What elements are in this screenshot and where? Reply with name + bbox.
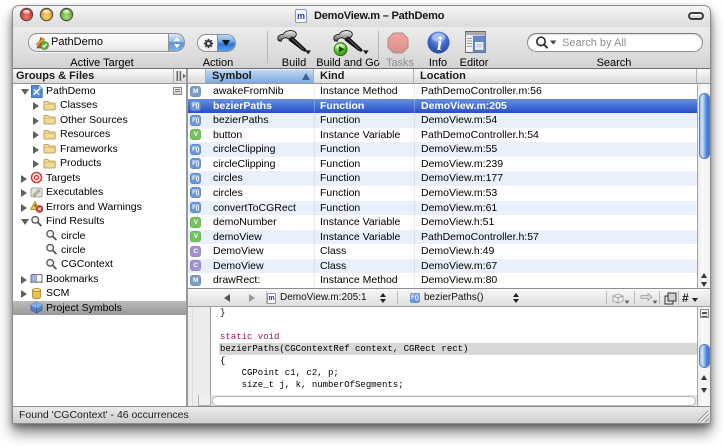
svg-text:i: i	[437, 34, 443, 54]
